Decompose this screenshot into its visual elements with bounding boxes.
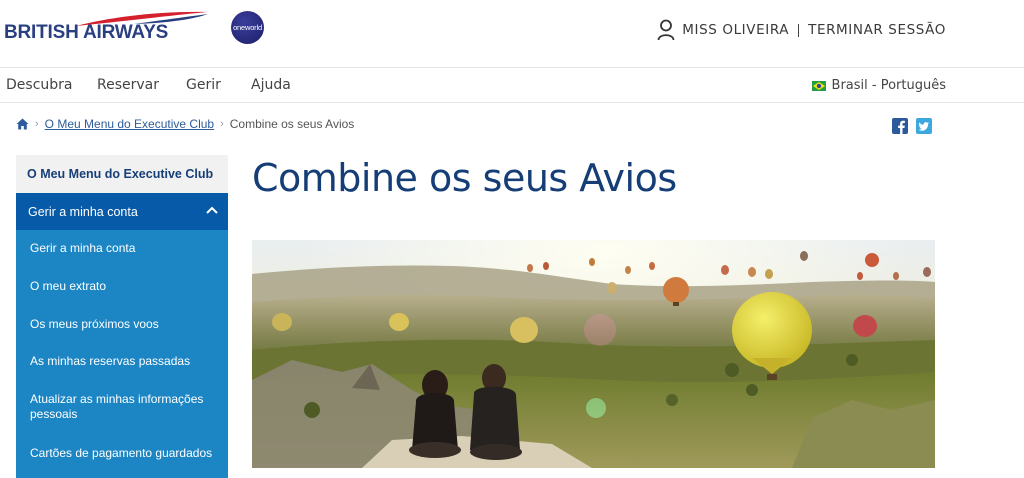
user-area: MISS OLIVEIRA TERMINAR SESSÃO [657,18,946,42]
sidebar-section-toggle[interactable]: Gerir a minha conta [16,193,228,230]
user-icon [657,19,675,41]
main-nav: Descubra Reservar Gerir Ajuda Brasil - P… [0,69,1024,103]
sidebar-title[interactable]: O Meu Menu do Executive Club [16,155,228,193]
sidebar-item-reservas-passadas[interactable]: As minhas reservas passadas [30,354,220,369]
user-name[interactable]: MISS OLIVEIRA [682,22,789,38]
sidebar-item-informacoes-pessoais[interactable]: Atualizar as minhas informações pessoais [30,392,220,422]
nav-item-reservar[interactable]: Reservar [97,77,159,93]
twitter-icon[interactable] [916,118,932,134]
hero-image [252,240,935,468]
sidebar-item-proximos-voos[interactable]: Os meus próximos voos [30,317,220,332]
brazil-flag-icon [811,80,826,91]
executive-club-sidebar: O Meu Menu do Executive Club Gerir a min… [16,155,228,478]
nav-item-gerir[interactable]: Gerir [186,77,221,93]
nav-item-descubra[interactable]: Descubra [6,77,72,93]
header-divider [798,23,800,37]
sidebar-item-extrato[interactable]: O meu extrato [30,279,220,294]
chevron-right-icon: › [220,118,224,130]
brand-wordmark: BRITISH AIRWAYS [4,22,169,43]
breadcrumb-link-executive-club[interactable]: O Meu Menu do Executive Club [45,117,214,131]
breadcrumb-current: Combine os seus Avios [229,117,355,131]
site-header: BRITISH AIRWAYS oneworld MISS OLIVEIRA T… [0,0,1024,68]
logout-link[interactable]: TERMINAR SESSÃO [808,22,946,38]
social-share [892,118,932,134]
home-icon[interactable] [16,118,29,130]
nav-item-ajuda[interactable]: Ajuda [251,77,291,93]
sidebar-item-cartoes-pagamento[interactable]: Cartões de pagamento guardados [30,446,220,461]
chevron-right-icon: › [35,118,39,130]
chevron-up-icon [206,206,218,214]
oneworld-badge[interactable]: oneworld [231,11,264,44]
facebook-icon[interactable] [892,118,908,134]
sidebar-section-label: Gerir a minha conta [28,205,138,219]
page-title: Combine os seus Avios [252,156,677,200]
sidebar-item-gerir-conta[interactable]: Gerir a minha conta [30,241,220,256]
oneworld-label: oneworld [233,23,262,32]
language-selector[interactable]: Brasil - Português [811,78,946,93]
breadcrumb: › O Meu Menu do Executive Club › Combine… [16,117,354,131]
hot-air-balloons-photo [252,240,935,468]
british-airways-logo[interactable]: BRITISH AIRWAYS [4,10,209,46]
language-label: Brasil - Português [831,78,946,93]
